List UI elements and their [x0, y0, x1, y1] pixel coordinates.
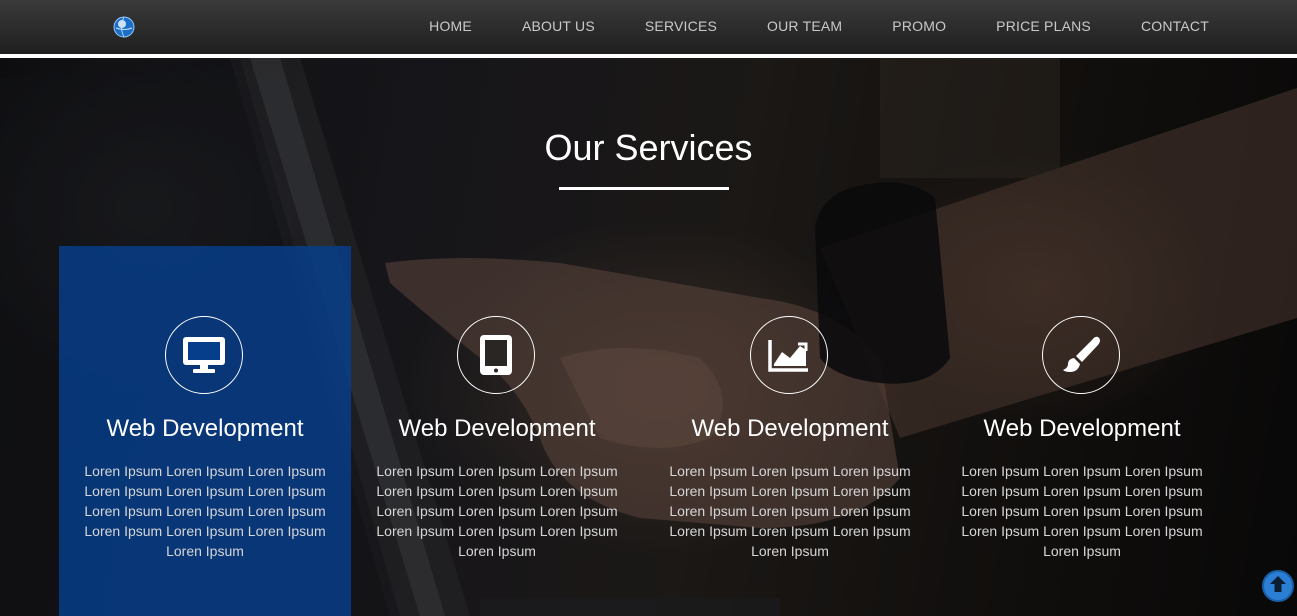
nav-link-promo[interactable]: PROMO — [892, 18, 946, 34]
nav-link-price-plans[interactable]: PRICE PLANS — [996, 18, 1091, 34]
arrow-up-circle-icon — [1269, 574, 1287, 599]
section-title: Our Services — [544, 127, 753, 168]
paintbrush-icon — [1042, 316, 1120, 394]
globe-icon[interactable] — [113, 16, 135, 38]
service-title: Web Development — [106, 415, 304, 442]
header-divider — [0, 54, 1297, 58]
nav-item-about: ABOUT US — [522, 18, 595, 36]
service-card-3[interactable]: Web Development Loren Ipsum Loren Ipsum … — [644, 246, 936, 616]
tablet-icon — [457, 316, 535, 394]
service-description: Loren Ipsum Loren Ipsum Loren Ipsum Lore… — [669, 463, 911, 559]
nav-item-home: HOME — [429, 18, 472, 36]
navbar: HOME ABOUT US SERVICES OUR TEAM PROMO PR… — [0, 0, 1297, 54]
nav-item-promo: PROMO — [892, 18, 946, 36]
nav-item-team: OUR TEAM — [767, 18, 842, 36]
nav-link-our-team[interactable]: OUR TEAM — [767, 18, 842, 34]
page: HOME ABOUT US SERVICES OUR TEAM PROMO PR… — [0, 0, 1297, 616]
nav-link-about-us[interactable]: ABOUT US — [522, 18, 595, 34]
nav-link-home[interactable]: HOME — [429, 18, 472, 34]
nav-item-price-plans: PRICE PLANS — [996, 18, 1091, 36]
monitor-icon — [165, 316, 243, 394]
service-description: Loren Ipsum Loren Ipsum Loren Ipsum Lore… — [376, 463, 618, 559]
nav-item-contact: CONTACT — [1141, 18, 1209, 36]
nav-link-services[interactable]: SERVICES — [645, 18, 717, 34]
service-title: Web Development — [398, 415, 596, 442]
nav-link-contact[interactable]: CONTACT — [1141, 18, 1209, 34]
service-card-4[interactable]: Web Development Loren Ipsum Loren Ipsum … — [936, 246, 1228, 616]
nav-menu: HOME ABOUT US SERVICES OUR TEAM PROMO PR… — [429, 0, 1209, 54]
service-card-2[interactable]: Web Development Loren Ipsum Loren Ipsum … — [351, 246, 643, 616]
title-underline — [559, 187, 729, 190]
service-description: Loren Ipsum Loren Ipsum Loren Ipsum Lore… — [961, 463, 1203, 559]
nav-item-services: SERVICES — [645, 18, 717, 36]
service-description: Loren Ipsum Loren Ipsum Loren Ipsum Lore… — [84, 463, 326, 559]
service-title: Web Development — [983, 415, 1181, 442]
area-chart-icon — [750, 316, 828, 394]
service-title: Web Development — [691, 415, 889, 442]
scroll-top-button[interactable] — [1262, 570, 1294, 602]
service-card-1[interactable]: Web Development Loren Ipsum Loren Ipsum … — [59, 246, 351, 616]
